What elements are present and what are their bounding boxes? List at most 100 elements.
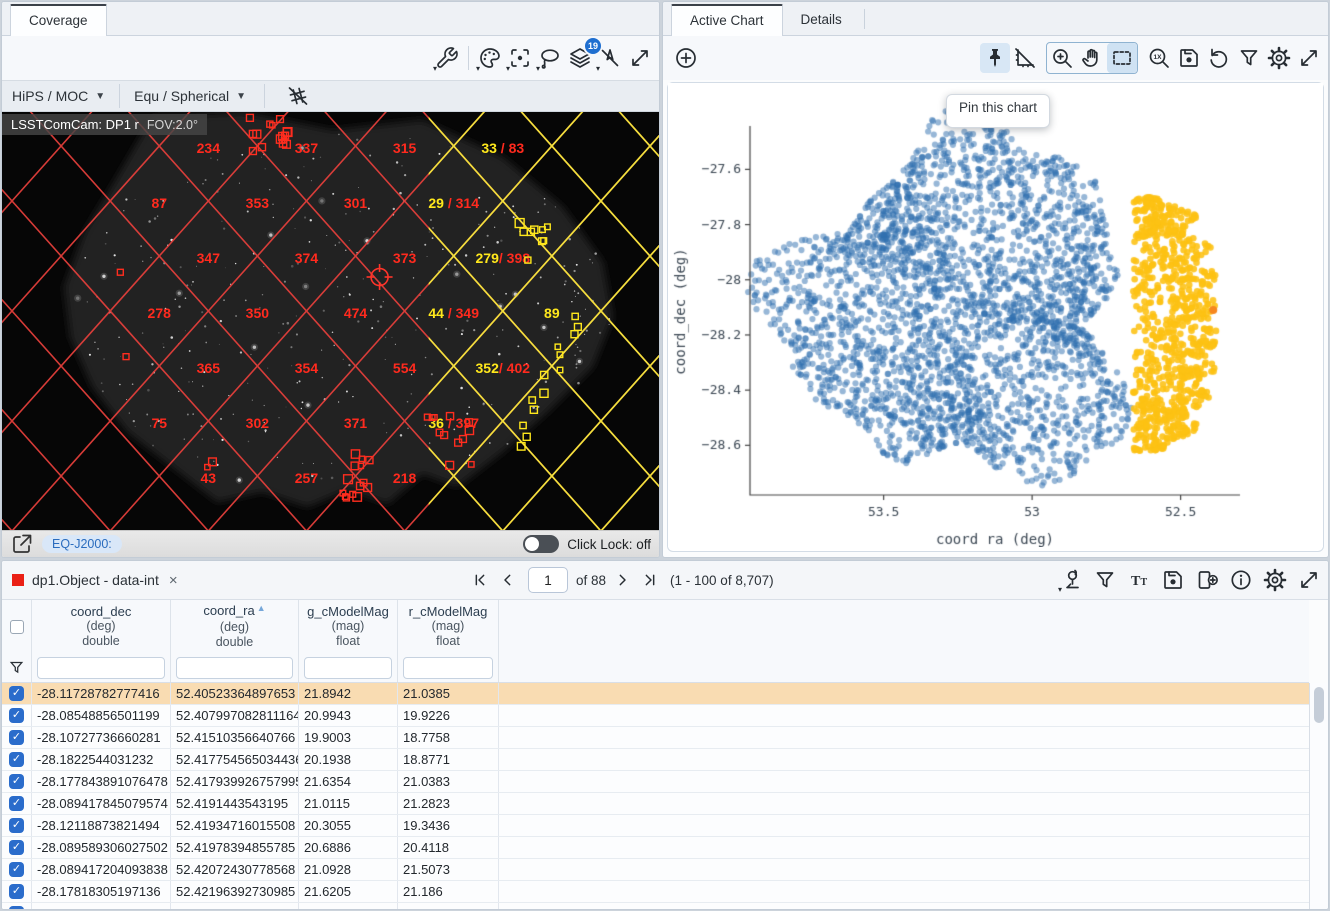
close-table-icon[interactable]: × [167,572,180,589]
filter-input-coord_dec[interactable] [37,657,165,679]
table-row[interactable]: ✓-28.1211887382149452.4193471601550820.3… [2,815,1309,837]
caret-down-icon: ▼ [236,91,246,102]
select-mode-button[interactable] [1107,43,1137,73]
expand-table-button[interactable] [1295,566,1323,594]
table-row[interactable]: ✓-28.1072773666028152.4151035664076619.9… [2,727,1309,749]
zoom-original-button[interactable] [1144,43,1174,73]
table-cell: 18.8771 [398,749,499,770]
filter-input-g_cModelMag[interactable] [304,657,392,679]
open-external-icon[interactable] [10,532,34,556]
row-checkbox[interactable]: ✓ [2,903,32,909]
coverage-grid-count: 33 / 83 [481,140,524,156]
column-name: coord_ra [203,603,254,618]
table-cell: 52.417754565034436 [171,749,299,770]
filter-chart-button[interactable] [1234,43,1264,73]
page-input[interactable] [528,567,568,593]
row-checkbox[interactable]: ✓ [2,749,32,770]
caret-down-icon: ▾ [506,64,510,73]
table-row[interactable]: ✓-28.08941784507957452.419144354319521.0… [2,793,1309,815]
coverage-grid-count: 352/ 402 [475,360,530,376]
row-checkbox[interactable]: ✓ [2,837,32,858]
filter-input-coord_ra[interactable] [176,657,293,679]
select-all-checkbox[interactable] [10,620,24,634]
zoom-mode-button[interactable] [1047,43,1077,73]
table-row[interactable]: ✓-28.17784389107647852.41793992675799521… [2,771,1309,793]
click-lock-toggle[interactable] [523,535,559,553]
first-page-button[interactable] [468,568,492,592]
coverage-grid-count: 353 [246,195,270,211]
save-table-button[interactable] [1159,566,1187,594]
next-page-button[interactable] [610,568,634,592]
toolbar-divider [468,46,469,70]
coverage-image-title: LSSTComCam: DP1 rFOV:2.0° [2,114,207,135]
scatter-chart[interactable] [667,82,1324,552]
row-checkbox[interactable]: ✓ [2,793,32,814]
column-type: float [436,634,460,649]
coverage-sky-image[interactable]: 23433731533 / 838735330129 / 31434737437… [2,112,659,530]
rotate-north-off-button[interactable]: ▾ [595,43,625,73]
expand-chart-button[interactable] [1294,43,1324,73]
column-type: double [216,635,254,650]
filter-input-r_cModelMag[interactable] [403,657,493,679]
row-checkbox[interactable]: ✓ [2,771,32,792]
select-all-header[interactable] [2,600,32,653]
row-checkbox[interactable]: ✓ [2,727,32,748]
pin-chart-button[interactable] [980,43,1010,73]
restore-chart-button[interactable] [1204,43,1234,73]
table-row[interactable]: ✓-28.0854885650119952.40799708281116420.… [2,705,1309,727]
table-row[interactable]: ✓-28.1172878277741652.4052336489765321.8… [2,683,1309,705]
color-settings-button[interactable]: ▾ [475,43,505,73]
projection-dropdown[interactable]: Equ / Spherical▼ [134,88,246,104]
table-cell: 21.0115 [299,793,398,814]
checkbox-checked-icon: ✓ [9,818,24,833]
coverage-grid-count: 218 [393,470,417,486]
table-row[interactable]: ✓-28.182254403123252.41775456503443620.1… [2,749,1309,771]
column-header-coord_ra[interactable]: coord_ra▲ (deg) double [171,600,299,653]
grid-off-button[interactable] [283,81,313,111]
analyze-table-button[interactable]: ▾ [1057,566,1085,594]
table-row[interactable]: ✓-28.08958930602750252.4197839485578520.… [2,837,1309,859]
chart-panel: Active Chart Details Pin this chart [662,1,1329,558]
scrollbar-thumb[interactable] [1314,687,1324,723]
add-chart-button[interactable] [671,43,701,73]
column-header-coord_dec[interactable]: coord_dec (deg) double [32,600,171,653]
prev-page-button[interactable] [496,568,520,592]
layers-button[interactable]: 19 [565,43,595,73]
row-checkbox[interactable]: ✓ [2,881,32,902]
column-header-r_cModelMag[interactable]: r_cModelMag (mag) float [398,600,499,653]
hips-moc-dropdown[interactable]: HiPS / MOC▼ [12,88,105,104]
table-vertical-scrollbar[interactable] [1309,683,1328,909]
caret-down-icon: ▾ [433,64,437,73]
save-chart-button[interactable] [1174,43,1204,73]
recenter-button[interactable]: ▾ [505,43,535,73]
row-checkbox[interactable]: ✓ [2,683,32,704]
row-checkbox[interactable]: ✓ [2,815,32,836]
table-title-tab[interactable]: dp1.Object - data-int × [12,561,180,599]
filter-table-button[interactable] [1091,566,1119,594]
chart-options-button[interactable] [1264,43,1294,73]
pan-mode-button[interactable] [1077,43,1107,73]
column-type: double [82,634,120,649]
row-checkbox[interactable]: ✓ [2,705,32,726]
column-header-g_cModelMag[interactable]: g_cModelMag (mag) float [299,600,398,653]
table-row[interactable]: ✓-28.1781830519713652.4219639273098521.6… [2,881,1309,903]
coverage-grid-count: 302 [246,415,270,431]
table-row[interactable]: ✓-28.08941720409383852.4207243077856821.… [2,859,1309,881]
table-options-button[interactable] [1261,566,1289,594]
tools-button[interactable]: ▾ [432,43,462,73]
axes-off-button[interactable] [1010,43,1040,73]
row-checkbox[interactable]: ✓ [2,859,32,880]
tab-coverage[interactable]: Coverage [10,4,107,36]
coverage-grid-count: 257 [295,470,319,486]
expand-coverage-button[interactable] [625,43,655,73]
tab-active-chart[interactable]: Active Chart [671,4,783,36]
tab-details[interactable]: Details [783,5,860,35]
table-info-button[interactable] [1227,566,1255,594]
coverage-grid-count: 337 [295,140,319,156]
coverage-grid-count: 87 [151,195,167,211]
table-row[interactable]: ✓ [2,903,1309,909]
text-view-button[interactable] [1125,566,1153,594]
select-region-button[interactable]: ▾ [535,43,565,73]
add-column-button[interactable] [1193,566,1221,594]
last-page-button[interactable] [638,568,662,592]
